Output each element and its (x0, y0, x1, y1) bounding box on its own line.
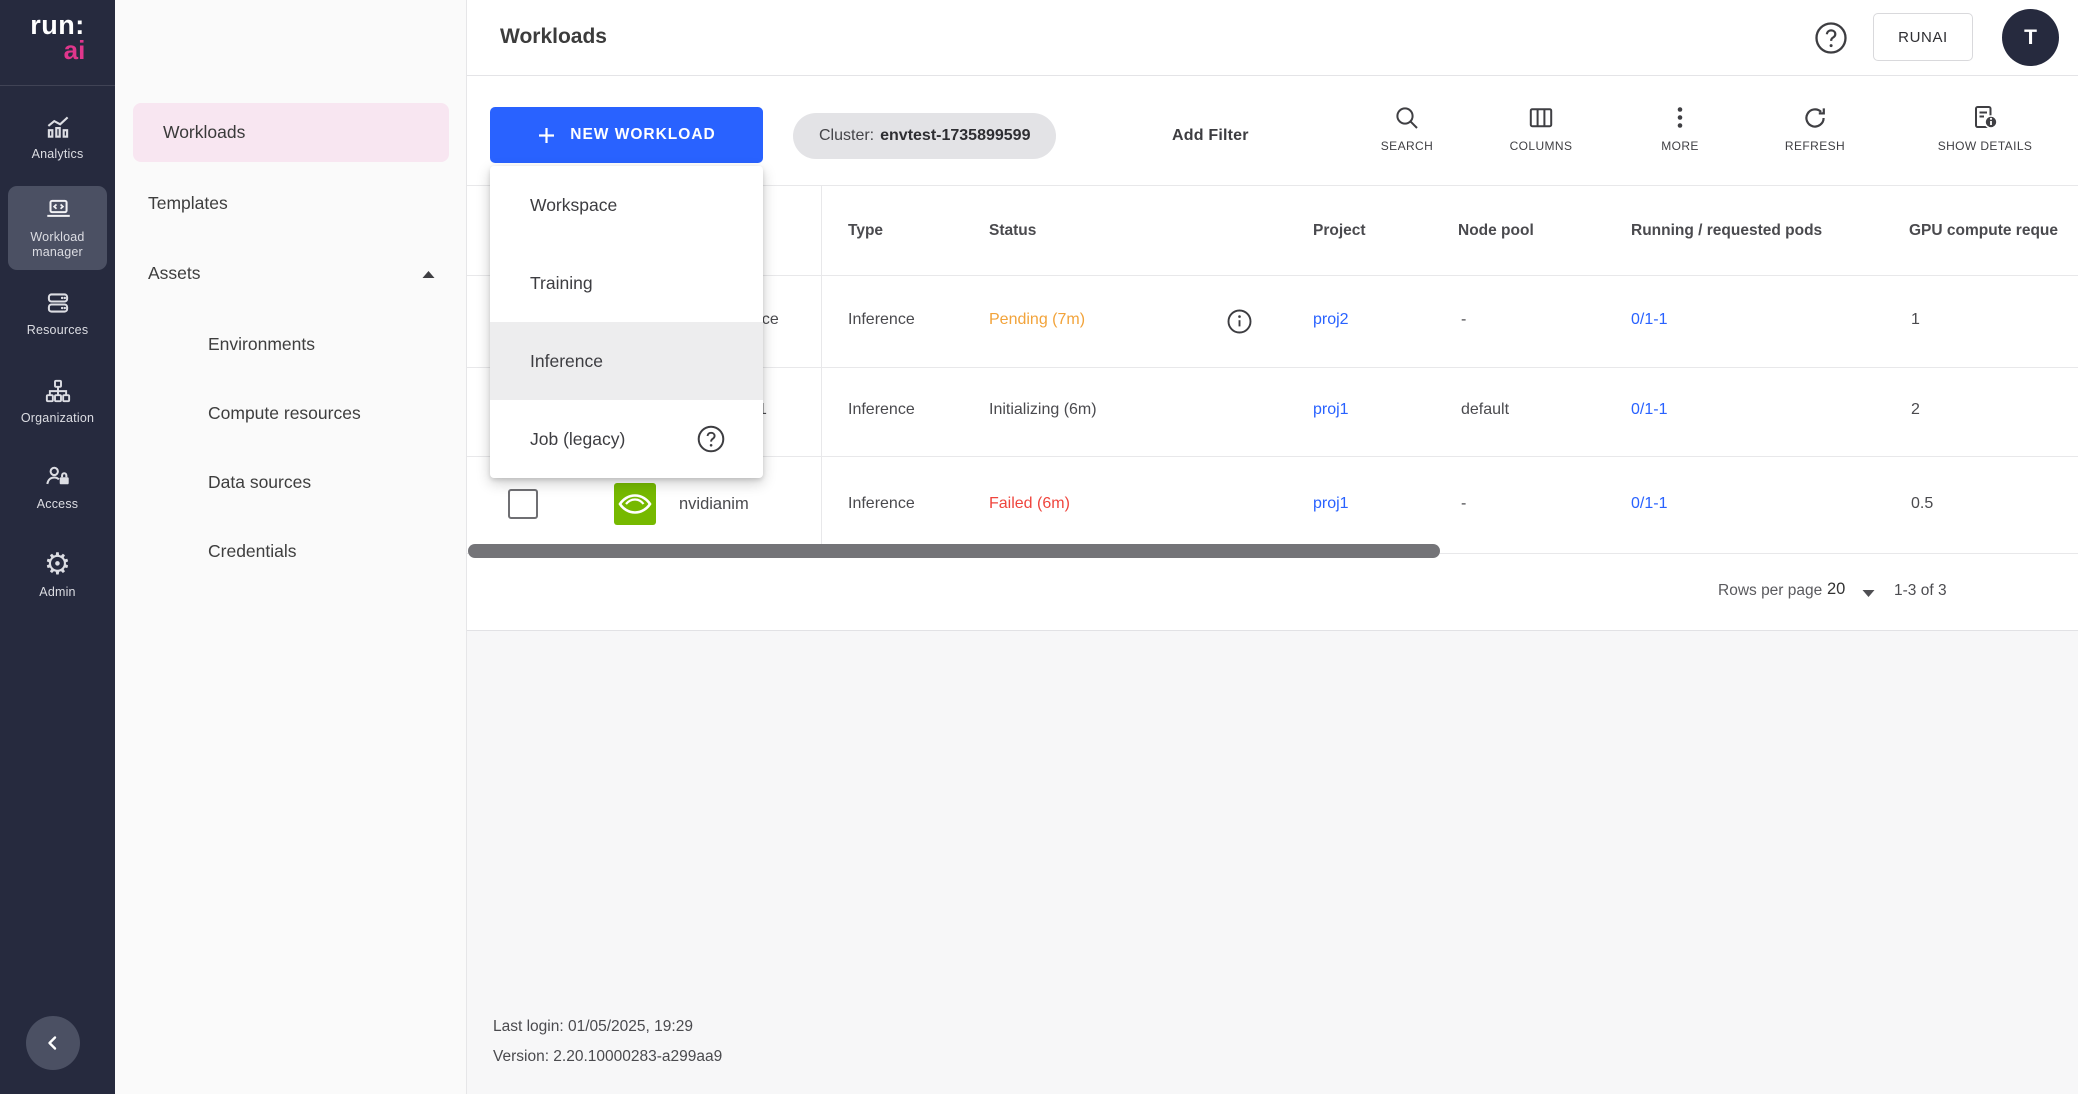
cell-type: Inference (848, 495, 915, 513)
version-text: Version: 2.20.10000283-a299aa9 (493, 1048, 722, 1066)
more-vertical-icon (1640, 103, 1720, 133)
column-header-type[interactable]: Type (848, 222, 883, 240)
cell-project-link[interactable]: proj2 (1313, 311, 1349, 329)
plus-icon (537, 126, 556, 145)
search-button[interactable]: SEARCH (1362, 103, 1452, 169)
cell-node-pool: - (1461, 311, 1466, 329)
columns-button[interactable]: COLUMNS (1496, 103, 1586, 169)
refresh-icon (1770, 103, 1860, 133)
more-button[interactable]: MORE (1640, 103, 1720, 169)
cluster-filter-value: envtest-1735899599 (880, 127, 1030, 145)
subnav-item-credentials[interactable]: Credentials (208, 536, 297, 566)
logo-run-text: run: (0, 12, 115, 39)
row-checkbox[interactable] (508, 489, 538, 519)
status-info-icon[interactable] (1226, 308, 1253, 340)
admin-gear-icon: ⚙ (8, 550, 107, 580)
subnav-item-assets[interactable]: Assets (148, 258, 201, 288)
show-details-icon (1915, 103, 2055, 133)
subnav-item-templates[interactable]: Templates (148, 188, 228, 218)
cell-gpu: 0.5 (1911, 495, 1933, 513)
nav-rail: run: ai Analytics Workload manager (0, 0, 115, 1094)
cell-type: Inference (848, 311, 915, 329)
cluster-filter-chip[interactable]: Cluster: envtest-1735899599 (793, 113, 1056, 159)
pagination-range: 1-3 of 3 (1894, 582, 1947, 600)
page-title: Workloads (500, 25, 607, 49)
new-workload-button[interactable]: NEW WORKLOAD (490, 107, 763, 163)
cell-project-link[interactable]: proj1 (1313, 495, 1349, 513)
rail-item-admin[interactable]: ⚙ Admin (8, 550, 107, 600)
last-login-text: Last login: 01/05/2025, 19:29 (493, 1018, 693, 1036)
cell-pods-link[interactable]: 0/1-1 (1631, 401, 1667, 419)
analytics-icon (8, 112, 107, 142)
workload-manager-icon (8, 195, 107, 225)
refresh-button[interactable]: REFRESH (1770, 103, 1860, 169)
column-header-pods[interactable]: Running / requested pods (1631, 222, 1822, 240)
rows-per-page-caret-icon[interactable] (1861, 585, 1876, 603)
cell-status: Failed (6m) (989, 495, 1070, 513)
runai-logo: run: ai (0, 12, 115, 63)
job-legacy-help-icon[interactable] (695, 423, 727, 460)
cell-gpu: 2 (1911, 401, 1920, 419)
cell-pods-link[interactable]: 0/1-1 (1631, 311, 1667, 329)
show-details-button[interactable]: SHOW DETAILS (1915, 103, 2055, 169)
cell-project-link[interactable]: proj1 (1313, 401, 1349, 419)
subnav-item-data-sources[interactable]: Data sources (208, 467, 311, 497)
cell-pods-link[interactable]: 0/1-1 (1631, 495, 1667, 513)
user-avatar[interactable]: T (2002, 9, 2059, 66)
assets-collapse-caret-icon[interactable] (421, 266, 436, 284)
menu-item-job-legacy[interactable]: Job (legacy) (490, 400, 763, 478)
nvidia-logo-icon (612, 481, 658, 532)
column-header-gpu-compute[interactable]: GPU compute reque (1909, 222, 2078, 240)
help-button[interactable] (1812, 19, 1850, 57)
rows-per-page-label: Rows per page (1718, 582, 1822, 600)
cell-node-pool: - (1461, 495, 1466, 513)
cell-status: Initializing (6m) (989, 401, 1097, 419)
rail-item-access[interactable]: Access (8, 462, 107, 512)
column-header-project[interactable]: Project (1313, 222, 1366, 240)
rail-item-resources[interactable]: Resources (8, 288, 107, 338)
logo-ai-text: ai (0, 37, 115, 63)
rail-divider (0, 85, 115, 86)
runai-console: run: ai Analytics Workload manager (0, 0, 2078, 1094)
cell-status: Pending (7m) (989, 311, 1085, 329)
sidebar-collapse-button[interactable] (26, 1016, 80, 1070)
rows-per-page-select[interactable]: 20 (1827, 580, 1845, 599)
subnav-item-environments[interactable]: Environments (208, 329, 315, 359)
columns-icon (1496, 103, 1586, 133)
chevron-left-icon (40, 1030, 66, 1056)
menu-item-inference[interactable]: Inference (490, 322, 763, 400)
horizontal-scrollbar[interactable] (468, 544, 1440, 558)
rail-item-analytics[interactable]: Analytics (8, 112, 107, 162)
resources-icon (8, 288, 107, 318)
subnav-item-compute-resources[interactable]: Compute resources (208, 398, 361, 428)
column-header-status[interactable]: Status (989, 222, 1036, 240)
subnav-item-workloads[interactable]: Workloads (133, 103, 449, 162)
add-filter-button[interactable]: Add Filter (1172, 113, 1249, 159)
menu-item-workspace[interactable]: Workspace (490, 166, 763, 244)
workload-manager-subnav: Workloads Templates Assets Environments … (115, 0, 467, 1094)
search-icon (1362, 103, 1452, 133)
rail-item-organization[interactable]: Organization (8, 376, 107, 426)
rail-item-workload-manager[interactable]: Workload manager (8, 186, 107, 270)
cell-node-pool: default (1461, 401, 1509, 419)
organization-icon (8, 376, 107, 406)
page-header: Workloads RUNAI T (467, 0, 2078, 76)
org-switcher-button[interactable]: RUNAI (1873, 13, 1973, 61)
cell-type: Inference (848, 401, 915, 419)
menu-item-training[interactable]: Training (490, 244, 763, 322)
help-icon (1812, 19, 1850, 57)
table-column-divider (821, 185, 822, 553)
workload-name: nvidianim (679, 495, 749, 514)
access-icon (8, 462, 107, 492)
column-header-node-pool[interactable]: Node pool (1458, 222, 1534, 240)
new-workload-dropdown: Workspace Training Inference Job (legacy… (490, 166, 763, 478)
cell-gpu: 1 (1911, 311, 1920, 329)
